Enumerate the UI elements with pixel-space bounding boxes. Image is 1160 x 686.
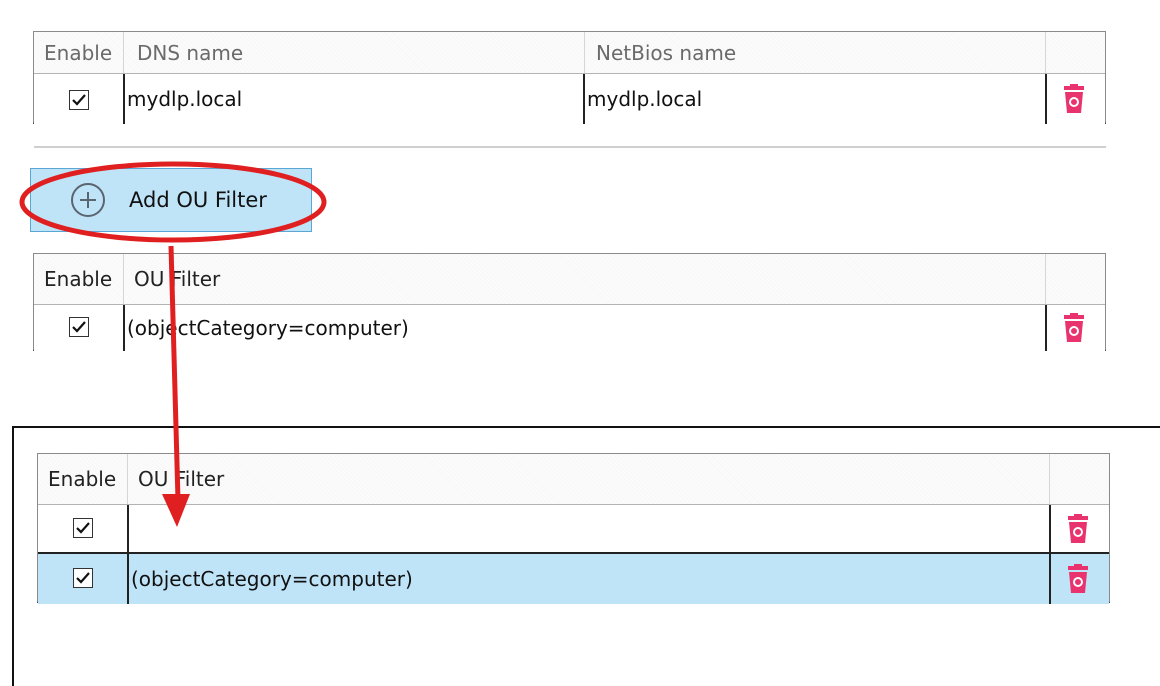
header-ou-filter: OU Filter [138, 467, 225, 491]
enable-checkbox[interactable] [73, 568, 93, 588]
dns-name-cell[interactable]: mydlp.local [127, 74, 242, 124]
enable-checkbox[interactable] [69, 317, 89, 337]
ou-grid-header: Enable OU Filter [34, 254, 1105, 304]
ou-filter-grid-result: Enable OU Filter (objectCategory=compute… [37, 453, 1110, 604]
ou-filter-grid: Enable OU Filter (objectCategory=compute… [33, 253, 1106, 351]
add-ou-filter-button[interactable]: Add OU Filter [30, 168, 312, 232]
trash-icon[interactable] [1061, 313, 1087, 343]
table-row[interactable]: (objectCategory=computer) [34, 304, 1105, 351]
header-enable: Enable [48, 467, 117, 491]
checkmark-icon [72, 94, 86, 106]
table-row[interactable]: mydlp.local mydlp.local [34, 73, 1105, 124]
domain-grid-header: Enable DNS name NetBios name [34, 32, 1105, 73]
trash-icon[interactable] [1061, 84, 1087, 114]
ou-filter-cell[interactable]: (objectCategory=computer) [131, 554, 413, 604]
trash-icon[interactable] [1065, 564, 1091, 594]
add-ou-filter-label: Add OU Filter [129, 188, 267, 212]
header-netbios-name: NetBios name [596, 40, 737, 65]
domain-grid: Enable DNS name NetBios name mydlp.local… [33, 31, 1106, 124]
checkmark-icon [72, 321, 86, 333]
trash-icon[interactable] [1065, 514, 1091, 544]
enable-checkbox[interactable] [69, 90, 89, 110]
header-enable: Enable [44, 40, 113, 65]
enable-checkbox[interactable] [73, 518, 93, 538]
table-row[interactable] [38, 504, 1109, 553]
plus-circle-icon [71, 183, 105, 217]
header-dns-name: DNS name [137, 40, 244, 65]
checkmark-icon [76, 572, 90, 584]
ou-grid-header: Enable OU Filter [38, 454, 1109, 504]
header-ou-filter: OU Filter [134, 267, 221, 291]
section-divider [34, 146, 1106, 148]
ou-filter-cell[interactable]: (objectCategory=computer) [127, 305, 409, 351]
table-row-selected[interactable]: (objectCategory=computer) [38, 552, 1109, 604]
header-enable: Enable [44, 267, 113, 291]
netbios-name-cell[interactable]: mydlp.local [587, 74, 702, 124]
checkmark-icon [76, 522, 90, 534]
